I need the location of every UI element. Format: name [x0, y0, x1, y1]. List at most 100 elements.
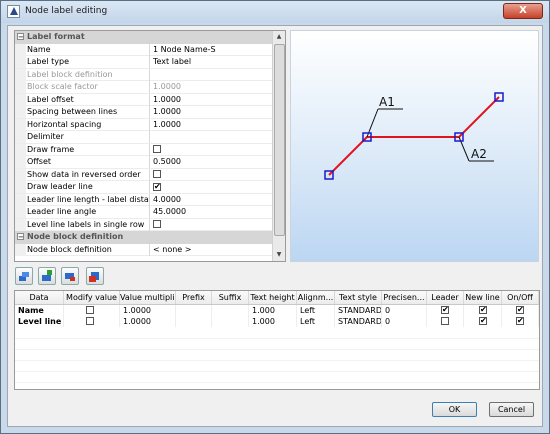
cell-on-off[interactable] — [502, 316, 539, 327]
property-value[interactable] — [151, 181, 275, 193]
property-row-label-type[interactable]: Label type Text label — [15, 56, 285, 69]
grid-line — [15, 371, 539, 372]
column-header-prefix[interactable]: Prefix — [176, 291, 212, 304]
draw-frame-checkbox[interactable] — [153, 145, 161, 153]
property-row-horizontal-spacing[interactable]: Horizontal spacing 1.0000 — [15, 118, 285, 131]
property-value[interactable]: 1.0000 — [151, 119, 275, 131]
cell-suffix[interactable] — [212, 316, 249, 327]
level-line-single-row-checkbox[interactable] — [153, 220, 161, 228]
column-header-value-multiplier[interactable]: Value multipli... — [120, 291, 176, 304]
property-value[interactable] — [151, 144, 275, 156]
column-header-modify-value[interactable]: Modify value — [64, 291, 120, 304]
cell-text-style[interactable]: STANDARD — [335, 316, 382, 327]
property-value[interactable]: 4.0000 — [151, 194, 275, 206]
draw-leader-line-checkbox[interactable] — [153, 181, 161, 193]
property-row-leader-line-angle[interactable]: Leader line angle 45.0000 — [15, 206, 285, 219]
property-row-offset[interactable]: Offset 0.5000 — [15, 156, 285, 169]
property-value[interactable]: < none > — [151, 244, 275, 256]
dialog-body: − Label format Name 1 Node Name-S Label … — [7, 25, 543, 427]
scroll-up-arrow-icon[interactable]: ▲ — [273, 31, 285, 43]
collapse-icon[interactable]: − — [17, 33, 24, 41]
cell-text-height[interactable]: 1.000 — [249, 316, 297, 327]
cell-value-multiplier[interactable]: 1.0000 — [120, 316, 176, 327]
cell-modify-value[interactable] — [64, 305, 120, 316]
column-header-text-style[interactable]: Text style — [335, 291, 382, 304]
property-grid-scrollbar[interactable]: ▲ ▼ — [272, 31, 285, 261]
cell-leader[interactable] — [427, 316, 464, 327]
on-off-checkbox[interactable] — [516, 305, 524, 315]
add-row-button[interactable] — [38, 267, 56, 285]
cell-prefix[interactable] — [176, 316, 212, 327]
cell-new-line[interactable] — [464, 316, 502, 327]
column-header-data[interactable]: Data — [15, 291, 64, 304]
category-node-block-definition[interactable]: − Node block definition — [15, 231, 285, 244]
property-row-show-reversed[interactable]: Show data in reversed order — [15, 168, 285, 181]
ok-button[interactable]: OK — [432, 402, 477, 417]
property-value[interactable]: Text label — [151, 56, 275, 68]
cell-prefix[interactable] — [176, 305, 212, 316]
cell-alignment[interactable]: Left — [297, 316, 335, 327]
property-value[interactable] — [151, 131, 275, 143]
on-off-checkbox[interactable] — [516, 316, 524, 326]
column-header-suffix[interactable]: Suffix — [212, 291, 249, 304]
cell-new-line[interactable] — [464, 305, 502, 316]
cell-modify-value[interactable] — [64, 316, 120, 327]
property-row-spacing-between-lines[interactable]: Spacing between lines 1.0000 — [15, 106, 285, 119]
close-button[interactable]: X — [503, 3, 543, 19]
new-line-checkbox[interactable] — [479, 305, 487, 315]
property-row-label-offset[interactable]: Label offset 1.0000 — [15, 93, 285, 106]
collapse-icon[interactable]: − — [17, 233, 24, 241]
property-row-node-block-definition[interactable]: Node block definition < none > — [15, 243, 285, 256]
column-header-on-off[interactable]: On/Off — [502, 291, 539, 304]
grid-line — [15, 349, 539, 350]
property-row-name[interactable]: Name 1 Node Name-S — [15, 43, 285, 56]
property-value[interactable]: 1.0000 — [151, 94, 275, 106]
table-row[interactable]: Name 1.0000 1.000 Left STANDARD 0 — [15, 305, 539, 316]
property-value[interactable]: 1 Node Name-S — [151, 44, 275, 56]
property-value[interactable]: 1.0000 — [151, 106, 275, 118]
title-bar[interactable]: Node label editing X — [1, 1, 549, 23]
property-row-draw-frame[interactable]: Draw frame — [15, 143, 285, 156]
label-a1: A1 — [379, 95, 395, 109]
column-header-text-height[interactable]: Text height — [249, 291, 297, 304]
table-row[interactable]: Level line el 1.0000 1.000 Left STANDARD… — [15, 316, 539, 327]
move-up-button[interactable] — [15, 267, 33, 285]
property-value[interactable]: 45.0000 — [151, 206, 275, 218]
property-row-level-line-single-row[interactable]: Level line labels in single row — [15, 218, 285, 231]
remove-row-button[interactable] — [61, 267, 79, 285]
new-line-checkbox[interactable] — [479, 316, 487, 326]
column-header-new-line[interactable]: New line — [464, 291, 502, 304]
property-value[interactable] — [151, 169, 275, 181]
cell-data[interactable]: Level line el — [15, 316, 64, 327]
leader-checkbox[interactable] — [441, 305, 449, 315]
show-reversed-checkbox[interactable] — [153, 170, 161, 178]
category-label-format[interactable]: − Label format — [15, 31, 285, 44]
modify-value-checkbox[interactable] — [86, 316, 94, 325]
cell-value-multiplier[interactable]: 1.0000 — [120, 305, 176, 316]
property-value[interactable]: 0.5000 — [151, 156, 275, 168]
column-header-alignment[interactable]: Alignm... — [297, 291, 335, 304]
property-value[interactable] — [151, 219, 275, 231]
column-header-precision[interactable]: Precisen... — [382, 291, 427, 304]
cell-precision[interactable]: 0 — [382, 305, 427, 316]
property-row-draw-leader-line[interactable]: Draw leader line — [15, 181, 285, 194]
cell-text-style[interactable]: STANDARD — [335, 305, 382, 316]
cell-text-height[interactable]: 1.000 — [249, 305, 297, 316]
cell-alignment[interactable]: Left — [297, 305, 335, 316]
cell-precision[interactable]: 0 — [382, 316, 427, 327]
scroll-down-arrow-icon[interactable]: ▼ — [273, 249, 285, 261]
row-gutter — [15, 243, 26, 256]
cell-data[interactable]: Name — [15, 305, 64, 316]
cell-leader[interactable] — [427, 305, 464, 316]
property-row-delimiter[interactable]: Delimiter — [15, 131, 285, 144]
cell-on-off[interactable] — [502, 305, 539, 316]
delete-button[interactable] — [86, 267, 104, 285]
column-header-leader[interactable]: Leader — [427, 291, 464, 304]
cancel-button[interactable]: Cancel — [489, 402, 534, 417]
property-row-leader-line-length[interactable]: Leader line length - label distance 4.00… — [15, 193, 285, 206]
modify-value-checkbox[interactable] — [86, 305, 94, 314]
scrollbar-thumb[interactable] — [274, 44, 285, 236]
property-name: Label offset — [27, 93, 150, 106]
leader-checkbox[interactable] — [441, 316, 449, 325]
cell-suffix[interactable] — [212, 305, 249, 316]
